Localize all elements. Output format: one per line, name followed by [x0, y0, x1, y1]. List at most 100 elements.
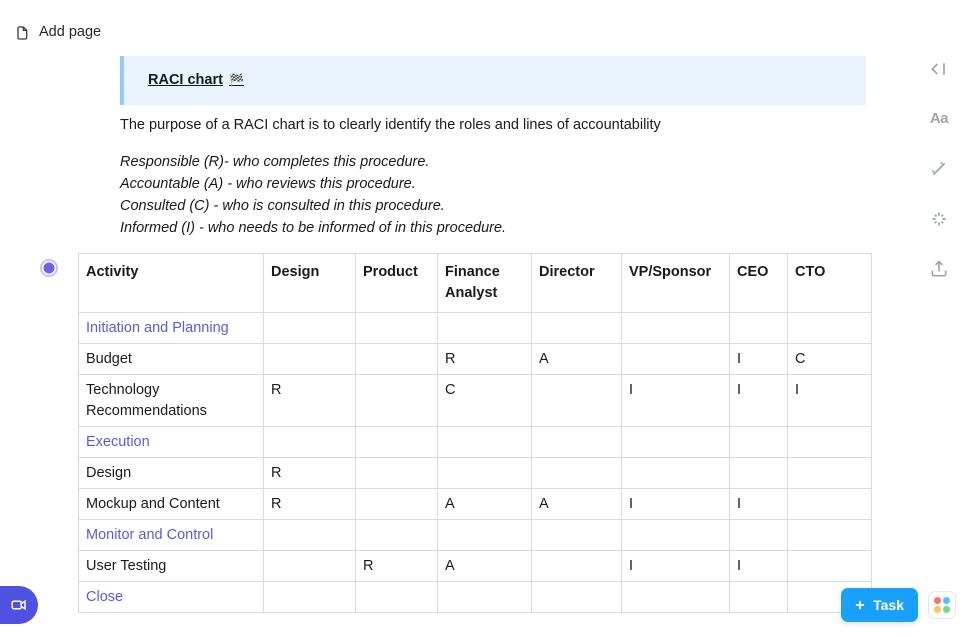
table-row[interactable]: DesignR: [79, 458, 872, 489]
raci-cell[interactable]: [356, 313, 438, 344]
raci-cell[interactable]: [532, 313, 622, 344]
table-row[interactable]: Technology RecommendationsRCIII: [79, 375, 872, 427]
raci-cell[interactable]: A: [532, 344, 622, 375]
table-row[interactable]: Budget RA IC: [79, 344, 872, 375]
raci-cell[interactable]: [356, 427, 438, 458]
raci-cell[interactable]: I: [622, 551, 730, 582]
raci-cell[interactable]: I: [730, 375, 788, 427]
raci-cell[interactable]: [438, 582, 532, 613]
raci-cell[interactable]: I: [622, 375, 730, 427]
column-header[interactable]: CEO: [730, 254, 788, 313]
column-header[interactable]: CTO: [788, 254, 872, 313]
wand-icon[interactable]: [928, 158, 950, 180]
activity-cell[interactable]: Initiation and Planning: [79, 313, 264, 344]
raci-cell[interactable]: [532, 551, 622, 582]
column-header[interactable]: VP/Sponsor: [622, 254, 730, 313]
table-row[interactable]: User Testing RA II: [79, 551, 872, 582]
raci-cell[interactable]: [356, 489, 438, 520]
sparkle-icon[interactable]: [928, 208, 950, 230]
activity-cell[interactable]: Close: [79, 582, 264, 613]
raci-cell[interactable]: [730, 427, 788, 458]
raci-cell[interactable]: [356, 582, 438, 613]
raci-cell[interactable]: [532, 427, 622, 458]
activity-cell[interactable]: User Testing: [79, 551, 264, 582]
column-header[interactable]: Director: [532, 254, 622, 313]
raci-cell[interactable]: [622, 458, 730, 489]
raci-cell[interactable]: [788, 427, 872, 458]
raci-cell[interactable]: [264, 551, 356, 582]
raci-cell[interactable]: [356, 344, 438, 375]
raci-cell[interactable]: [264, 582, 356, 613]
raci-cell[interactable]: R: [264, 375, 356, 427]
raci-cell[interactable]: [788, 489, 872, 520]
raci-cell[interactable]: [264, 313, 356, 344]
raci-cell[interactable]: R: [264, 489, 356, 520]
activity-cell[interactable]: Execution: [79, 427, 264, 458]
activity-cell[interactable]: Design: [79, 458, 264, 489]
raci-cell[interactable]: [788, 551, 872, 582]
raci-cell[interactable]: I: [788, 375, 872, 427]
raci-cell[interactable]: [730, 313, 788, 344]
raci-cell[interactable]: [264, 520, 356, 551]
raci-cell[interactable]: R: [438, 344, 532, 375]
add-page-button[interactable]: Add page: [14, 22, 101, 43]
raci-cell[interactable]: [622, 582, 730, 613]
activity-cell[interactable]: Budget: [79, 344, 264, 375]
raci-cell[interactable]: [622, 313, 730, 344]
raci-cell[interactable]: [264, 344, 356, 375]
table-row[interactable]: Mockup and ContentRAAII: [79, 489, 872, 520]
raci-cell[interactable]: A: [532, 489, 622, 520]
raci-cell[interactable]: [356, 375, 438, 427]
raci-cell[interactable]: [438, 427, 532, 458]
raci-cell[interactable]: R: [356, 551, 438, 582]
raci-cell[interactable]: [532, 582, 622, 613]
raci-cell[interactable]: [730, 458, 788, 489]
apps-button[interactable]: [928, 591, 956, 619]
table-row[interactable]: Execution: [79, 427, 872, 458]
raci-cell[interactable]: [788, 458, 872, 489]
raci-cell[interactable]: I: [730, 551, 788, 582]
raci-cell[interactable]: [730, 582, 788, 613]
new-task-button[interactable]: Task: [841, 588, 918, 622]
raci-cell[interactable]: [438, 520, 532, 551]
raci-cell[interactable]: C: [788, 344, 872, 375]
raci-cell[interactable]: [788, 520, 872, 551]
table-row[interactable]: Initiation and Planning: [79, 313, 872, 344]
raci-cell[interactable]: [532, 375, 622, 427]
column-header[interactable]: Product: [356, 254, 438, 313]
raci-cell[interactable]: [788, 313, 872, 344]
raci-definitions[interactable]: Responsible (R)- who completes this proc…: [120, 152, 866, 239]
raci-cell[interactable]: [622, 344, 730, 375]
column-header[interactable]: Finance Analyst: [438, 254, 532, 313]
raci-cell[interactable]: [438, 458, 532, 489]
raci-table[interactable]: Activity Design ProductFinance AnalystDire…: [78, 253, 872, 613]
raci-cell[interactable]: [622, 427, 730, 458]
raci-cell[interactable]: A: [438, 489, 532, 520]
intro-purpose[interactable]: The purpose of a RACI chart is to clearl…: [120, 115, 866, 136]
raci-cell[interactable]: C: [438, 375, 532, 427]
raci-cell[interactable]: [532, 520, 622, 551]
raci-cell[interactable]: [622, 520, 730, 551]
raci-cell[interactable]: I: [622, 489, 730, 520]
table-row[interactable]: Monitor and Control: [79, 520, 872, 551]
raci-cell[interactable]: [532, 458, 622, 489]
raci-cell[interactable]: [356, 458, 438, 489]
typography-icon[interactable]: Aa: [928, 108, 950, 130]
raci-cell[interactable]: [438, 313, 532, 344]
collapse-icon[interactable]: [928, 58, 950, 80]
raci-cell[interactable]: R: [264, 458, 356, 489]
activity-cell[interactable]: Monitor and Control: [79, 520, 264, 551]
activity-cell[interactable]: Mockup and Content: [79, 489, 264, 520]
column-header[interactable]: Activity: [79, 254, 264, 313]
raci-cell[interactable]: [264, 427, 356, 458]
raci-cell[interactable]: [356, 520, 438, 551]
raci-cell[interactable]: A: [438, 551, 532, 582]
raci-cell[interactable]: [730, 520, 788, 551]
table-row[interactable]: Close: [79, 582, 872, 613]
raci-cell[interactable]: I: [730, 344, 788, 375]
callout-block[interactable]: RACI chart 🏁: [120, 56, 866, 105]
raci-cell[interactable]: I: [730, 489, 788, 520]
record-clip-button[interactable]: [0, 586, 38, 624]
activity-cell[interactable]: Technology Recommendations: [79, 375, 264, 427]
share-icon[interactable]: [928, 258, 950, 280]
